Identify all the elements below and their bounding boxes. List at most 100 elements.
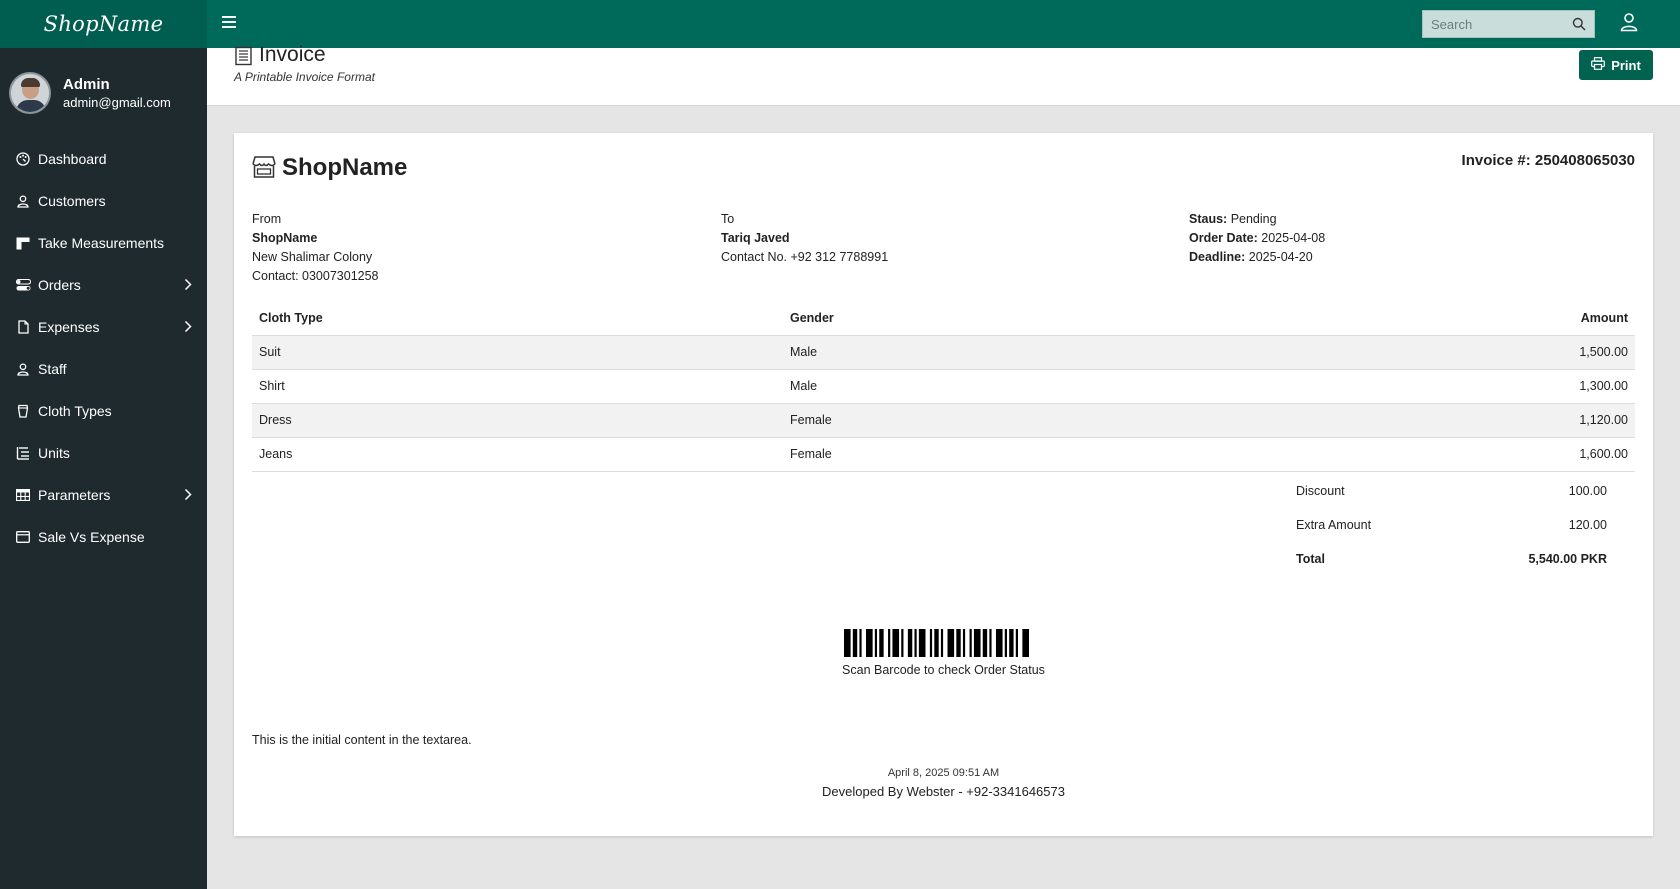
- table-row: Shirt Male 1,300.00: [252, 369, 1635, 404]
- from-heading: From: [252, 212, 282, 226]
- cell-amount: 1,120.00: [1191, 403, 1635, 438]
- barcode-bar: [1004, 629, 1007, 657]
- barcode-caption: Scan Barcode to check Order Status: [842, 663, 1045, 677]
- developer-credit: Developed By Webster - +92-3341646573: [822, 784, 1065, 799]
- sidebar-item-sale-vs-expense[interactable]: Sale Vs Expense: [0, 516, 207, 558]
- barcode-bar: [866, 629, 873, 657]
- cell-amount: 1,600.00: [1191, 437, 1635, 472]
- invoice-shop-logo: ShopName: [251, 154, 407, 182]
- sidebar-item-customers[interactable]: Customers: [0, 180, 207, 222]
- from-address: New Shalimar Colony: [252, 250, 373, 264]
- discount-label: Discount: [1296, 484, 1345, 498]
- invoice-timestamp: April 8, 2025 09:51 AM: [887, 767, 1000, 779]
- sidebar-item-parameters[interactable]: Parameters: [0, 474, 207, 516]
- barcode-bar: [918, 629, 926, 657]
- from-contact: Contact: 03007301258: [252, 269, 379, 283]
- sidebar-item-label: Take Measurements: [38, 235, 165, 251]
- chevron-right-icon: [184, 488, 192, 504]
- barcode-bar: [940, 629, 944, 657]
- cell-gender: Female: [783, 437, 1192, 472]
- total-value: 5,540.00 PKR: [1528, 552, 1607, 566]
- brand-logo[interactable]: ShopName: [0, 0, 207, 48]
- receipt-icon: [234, 46, 254, 69]
- table-icon: [15, 487, 31, 503]
- sidebar-item-label: Dashboard: [38, 151, 107, 167]
- profile-email: admin@gmail.com: [63, 95, 171, 110]
- sidebar-item-label: Staff: [38, 361, 67, 377]
- sidebar-item-units[interactable]: Units: [0, 432, 207, 474]
- cell-amount: 1,500.00: [1191, 335, 1635, 370]
- barcode-bar: [859, 629, 862, 657]
- barcode-bar: [956, 629, 961, 657]
- cell-cloth-type: Jeans: [252, 437, 783, 472]
- table-row: Suit Male 1,500.00: [252, 335, 1635, 370]
- print-button[interactable]: Print: [1579, 50, 1653, 80]
- cell-gender: Male: [783, 335, 1192, 370]
- status-value: Pending: [1230, 212, 1277, 226]
- sidebar-item-label: Sale Vs Expense: [38, 529, 145, 545]
- barcode-bar: [892, 629, 900, 657]
- search-input[interactable]: [1423, 11, 1563, 37]
- barcode-bar: [879, 629, 884, 657]
- to-contact: Contact No. +92 312 7788991: [721, 250, 889, 264]
- search-icon[interactable]: [1572, 17, 1586, 34]
- barcode-bar: [852, 629, 858, 657]
- barcode-bar: [929, 629, 933, 657]
- from-name: ShopName: [252, 231, 318, 245]
- sidebar-item-label: Parameters: [38, 487, 111, 503]
- sidebar-item-orders[interactable]: Orders: [0, 264, 207, 306]
- table-row: Jeans Female 1,600.00: [252, 437, 1635, 472]
- sidebar-item-staff[interactable]: Staff: [0, 348, 207, 390]
- barcode-bar: [969, 629, 972, 657]
- barcode-bar: [982, 629, 988, 657]
- barcode-bar: [914, 629, 917, 657]
- barcode-bar: [888, 629, 891, 657]
- invoice-from: From ShopName New Shalimar Colony Contac…: [252, 210, 379, 286]
- deadline-value: 2025-04-20: [1248, 250, 1313, 264]
- page-header: Invoice A Printable Invoice Format Print: [207, 43, 1680, 106]
- sidebar-item-dashboard[interactable]: Dashboard: [0, 138, 207, 180]
- barcode-bar: [844, 629, 851, 657]
- window-icon: [15, 529, 31, 545]
- extra-amount-row: Extra Amount 120.00: [1289, 508, 1617, 542]
- sidebar-item-take-measurements[interactable]: Take Measurements: [0, 222, 207, 264]
- chevron-right-icon: [184, 320, 192, 336]
- profile-name: Admin: [63, 76, 110, 93]
- barcode-bar: [973, 629, 981, 657]
- order-barcode: [844, 629, 1029, 657]
- shop-icon: [251, 155, 277, 182]
- palette-icon: [15, 151, 31, 167]
- sidebar-item-label: Cloth Types: [38, 403, 112, 419]
- printer-icon: [1591, 57, 1606, 73]
- sidebar-item-label: Customers: [38, 193, 106, 209]
- hamburger-menu-icon[interactable]: [222, 13, 238, 33]
- to-heading: To: [721, 212, 735, 226]
- sidebar-item-label: Expenses: [38, 319, 100, 335]
- cell-cloth-type: Shirt: [252, 369, 783, 404]
- user-account-icon[interactable]: [1620, 12, 1638, 35]
- person-icon: [15, 193, 31, 209]
- barcode-bar: [934, 629, 939, 657]
- search-box: [1422, 10, 1595, 38]
- sidebar-item-cloth-types[interactable]: Cloth Types: [0, 390, 207, 432]
- barcode-bar: [907, 629, 913, 657]
- list-nested-icon: [15, 445, 31, 461]
- table-header-row: Cloth Type Gender Amount: [252, 301, 1635, 336]
- file-icon: [15, 319, 31, 335]
- invoice-items-table: Cloth Type Gender Amount Suit Male 1,500…: [252, 301, 1635, 472]
- to-name: Tariq Javed: [721, 231, 790, 245]
- user-profile[interactable]: Admin admin@gmail.com: [9, 72, 171, 114]
- extra-amount-value: 120.00: [1568, 518, 1607, 532]
- invoice-to: To Tariq Javed Contact No. +92 312 77889…: [721, 210, 888, 267]
- top-navbar: ShopName: [0, 0, 1680, 48]
- extra-amount-label: Extra Amount: [1296, 518, 1372, 532]
- sidebar-item-expenses[interactable]: Expenses: [0, 306, 207, 348]
- barcode-bar: [1009, 629, 1014, 657]
- page-title: Invoice: [259, 43, 326, 66]
- deadline-label: Deadline:: [1189, 250, 1246, 264]
- barcode-bar: [962, 629, 966, 657]
- barcode-bar: [901, 629, 904, 657]
- total-label: Total: [1296, 552, 1325, 566]
- brand-name: ShopName: [43, 12, 164, 36]
- invoice-status-block: Staus: Pending Order Date: 2025-04-08 De…: [1189, 210, 1325, 267]
